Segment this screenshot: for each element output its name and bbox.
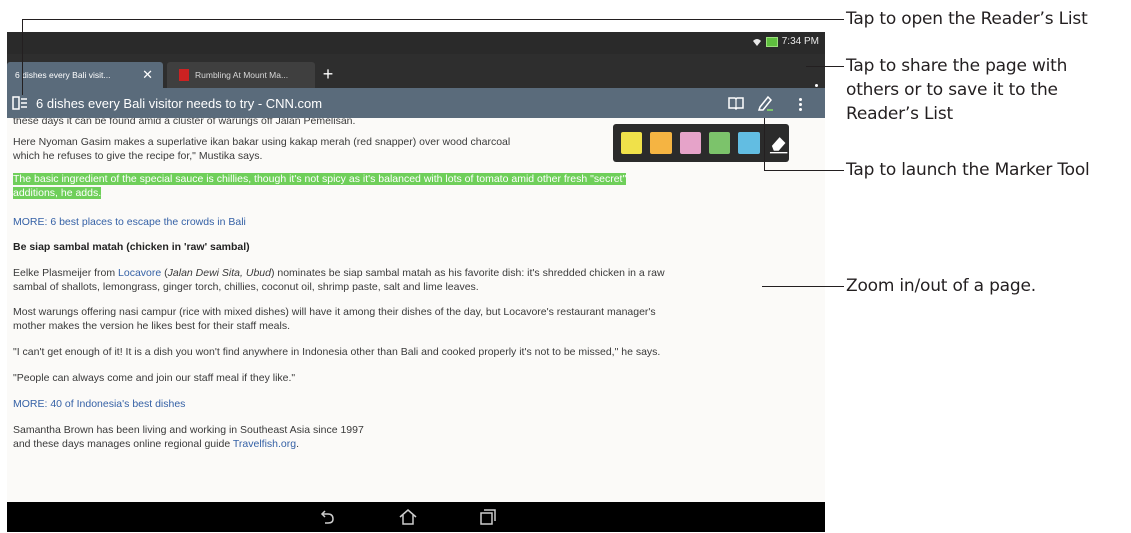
- tab-rumbling[interactable]: Rumbling At Mount Ma...: [167, 62, 315, 88]
- status-icons: 7:34 PM: [752, 36, 819, 47]
- marker-tool-palette: [613, 124, 789, 162]
- marker-pen-icon[interactable]: [756, 94, 774, 112]
- article-paragraph: Samantha Brown has been living and worki…: [13, 424, 364, 436]
- share-menu-icon[interactable]: [797, 96, 803, 114]
- tab-bar: 6 dishes every Bali visit... ✕ Rumbling …: [7, 54, 825, 97]
- callout-line: [762, 286, 844, 288]
- navigation-bar: [7, 502, 825, 532]
- callout-line: [22, 19, 844, 21]
- callout-line: [22, 19, 24, 95]
- marker-color-green[interactable]: [708, 132, 731, 154]
- marker-color-orange[interactable]: [650, 132, 672, 154]
- callout-line: [764, 170, 844, 172]
- locavore-link[interactable]: Locavore: [118, 267, 161, 279]
- tablet-screen: 7:34 PM 6 dishes every Bali visit... ✕ R…: [7, 32, 825, 532]
- more-link-bali[interactable]: MORE: 6 best places to escape the crowds…: [13, 215, 805, 229]
- article-content[interactable]: these days it can be found amid a cluste…: [7, 118, 825, 502]
- marker-color-pink[interactable]: [679, 132, 701, 154]
- wifi-icon: [752, 38, 761, 46]
- article-paragraph: sambal of shallots, lemongrass, ginger t…: [13, 281, 479, 293]
- tab-label: Rumbling At Mount Ma...: [195, 70, 289, 80]
- marker-color-yellow[interactable]: [621, 132, 643, 154]
- new-tab-button[interactable]: +: [315, 62, 341, 88]
- home-icon[interactable]: [398, 508, 418, 526]
- url-bar: 6 dishes every Bali visitor needs to try…: [7, 88, 825, 118]
- callout-marker-tool: Tap to launch the Marker Tool: [846, 160, 1090, 180]
- readers-list-icon[interactable]: [12, 96, 28, 110]
- status-time: 7:34 PM: [781, 36, 819, 47]
- highlighted-text: The basic ingredient of the special sauc…: [13, 173, 627, 185]
- close-tab-icon[interactable]: ✕: [142, 67, 153, 83]
- callout-share: Tap to share the page with others or to …: [846, 56, 1068, 124]
- article-paragraph: Eelke Plasmeijer from Locavore (Jalan De…: [13, 267, 665, 279]
- more-link-indonesia[interactable]: MORE: 40 of Indonesia's best dishes: [13, 397, 805, 411]
- callout-line: [764, 118, 766, 170]
- book-icon[interactable]: [728, 96, 744, 110]
- highlighted-text: additions, he adds.: [13, 187, 102, 199]
- marker-color-blue[interactable]: [738, 132, 760, 154]
- favicon-icon: [179, 69, 189, 81]
- back-icon[interactable]: [318, 508, 338, 526]
- article-paragraph: mother makes the version he likes best f…: [13, 320, 291, 332]
- battery-icon: [765, 36, 778, 47]
- page-title[interactable]: 6 dishes every Bali visitor needs to try…: [36, 96, 322, 111]
- section-heading: Be siap sambal matah (chicken in 'raw' s…: [13, 241, 250, 253]
- article-paragraph: "I can't get enough of it! It is a dish …: [13, 346, 661, 358]
- recent-apps-icon[interactable]: [478, 508, 498, 526]
- article-paragraph: and these days manages online regional g…: [13, 438, 300, 450]
- article-paragraph: "People can always come and join our sta…: [13, 372, 296, 384]
- status-bar: 7:34 PM: [7, 32, 825, 54]
- highlighted-paragraph: The basic ingredient of the special sauc…: [13, 172, 761, 200]
- callout-zoom: Zoom in/out of a page.: [846, 276, 1036, 296]
- callout-line: [806, 66, 844, 68]
- tab-bali-dishes[interactable]: 6 dishes every Bali visit... ✕: [7, 62, 163, 88]
- travelfish-link[interactable]: Travelfish.org: [233, 438, 296, 450]
- callout-readers-list: Tap to open the Reader’s List: [846, 9, 1088, 29]
- article-paragraph: Most warungs offering nasi campur (rice …: [13, 306, 656, 318]
- tab-label: 6 dishes every Bali visit...: [15, 70, 111, 80]
- eraser-icon[interactable]: [768, 132, 789, 154]
